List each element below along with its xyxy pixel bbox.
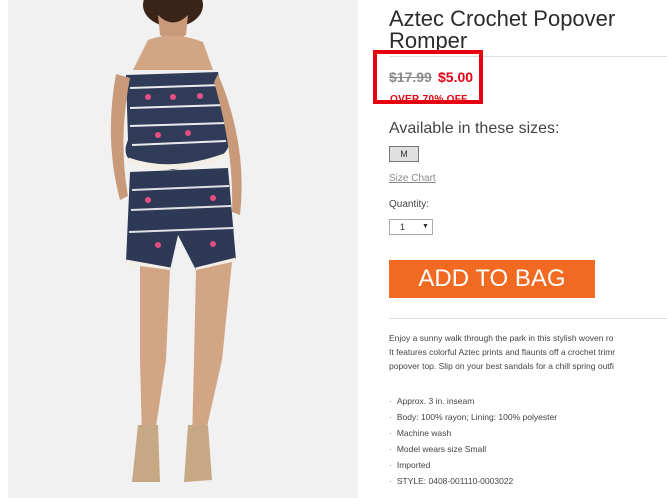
list-item: Body: 100% rayon; Lining: 100% polyester	[389, 409, 557, 425]
size-option-m[interactable]: M	[389, 146, 419, 162]
sale-price: $5.00	[438, 69, 474, 85]
description-line: popover top. Slip on your best sandals f…	[389, 361, 614, 371]
product-info: Aztec Crochet Popover Romper $17.99 $5.00…	[373, 0, 667, 498]
product-title: Aztec Crochet Popover Romper	[389, 6, 616, 53]
product-photo[interactable]	[8, 0, 358, 498]
quantity-select[interactable]: 1 ▼	[389, 219, 433, 235]
add-to-bag-button[interactable]: ADD TO BAG	[389, 260, 595, 298]
description-line: It features colorful Aztec prints and fl…	[389, 347, 616, 357]
discount-note: OVER 70% OFF	[390, 94, 468, 105]
list-item: Approx. 3 in. inseam	[389, 393, 557, 409]
list-item: STYLE: 0408-001110-0003022	[389, 473, 557, 489]
description-divider	[389, 318, 667, 319]
size-chart-link[interactable]: Size Chart	[389, 173, 436, 184]
feature-list: Approx. 3 in. inseam Body: 100% rayon; L…	[389, 393, 557, 489]
model-illustration	[8, 0, 358, 498]
quantity-label: Quantity:	[389, 199, 430, 210]
product-description: Enjoy a sunny walk through the park in t…	[389, 331, 667, 373]
list-item: Model wears size Small	[389, 441, 557, 457]
sizes-label: Available in these sizes:	[389, 120, 560, 137]
chevron-down-icon: ▼	[422, 223, 429, 230]
list-item: Imported	[389, 457, 557, 473]
list-item: Machine wash	[389, 425, 557, 441]
quantity-value: 1	[400, 222, 406, 232]
original-price: $17.99	[389, 69, 432, 85]
description-line: Enjoy a sunny walk through the park in t…	[389, 333, 614, 343]
